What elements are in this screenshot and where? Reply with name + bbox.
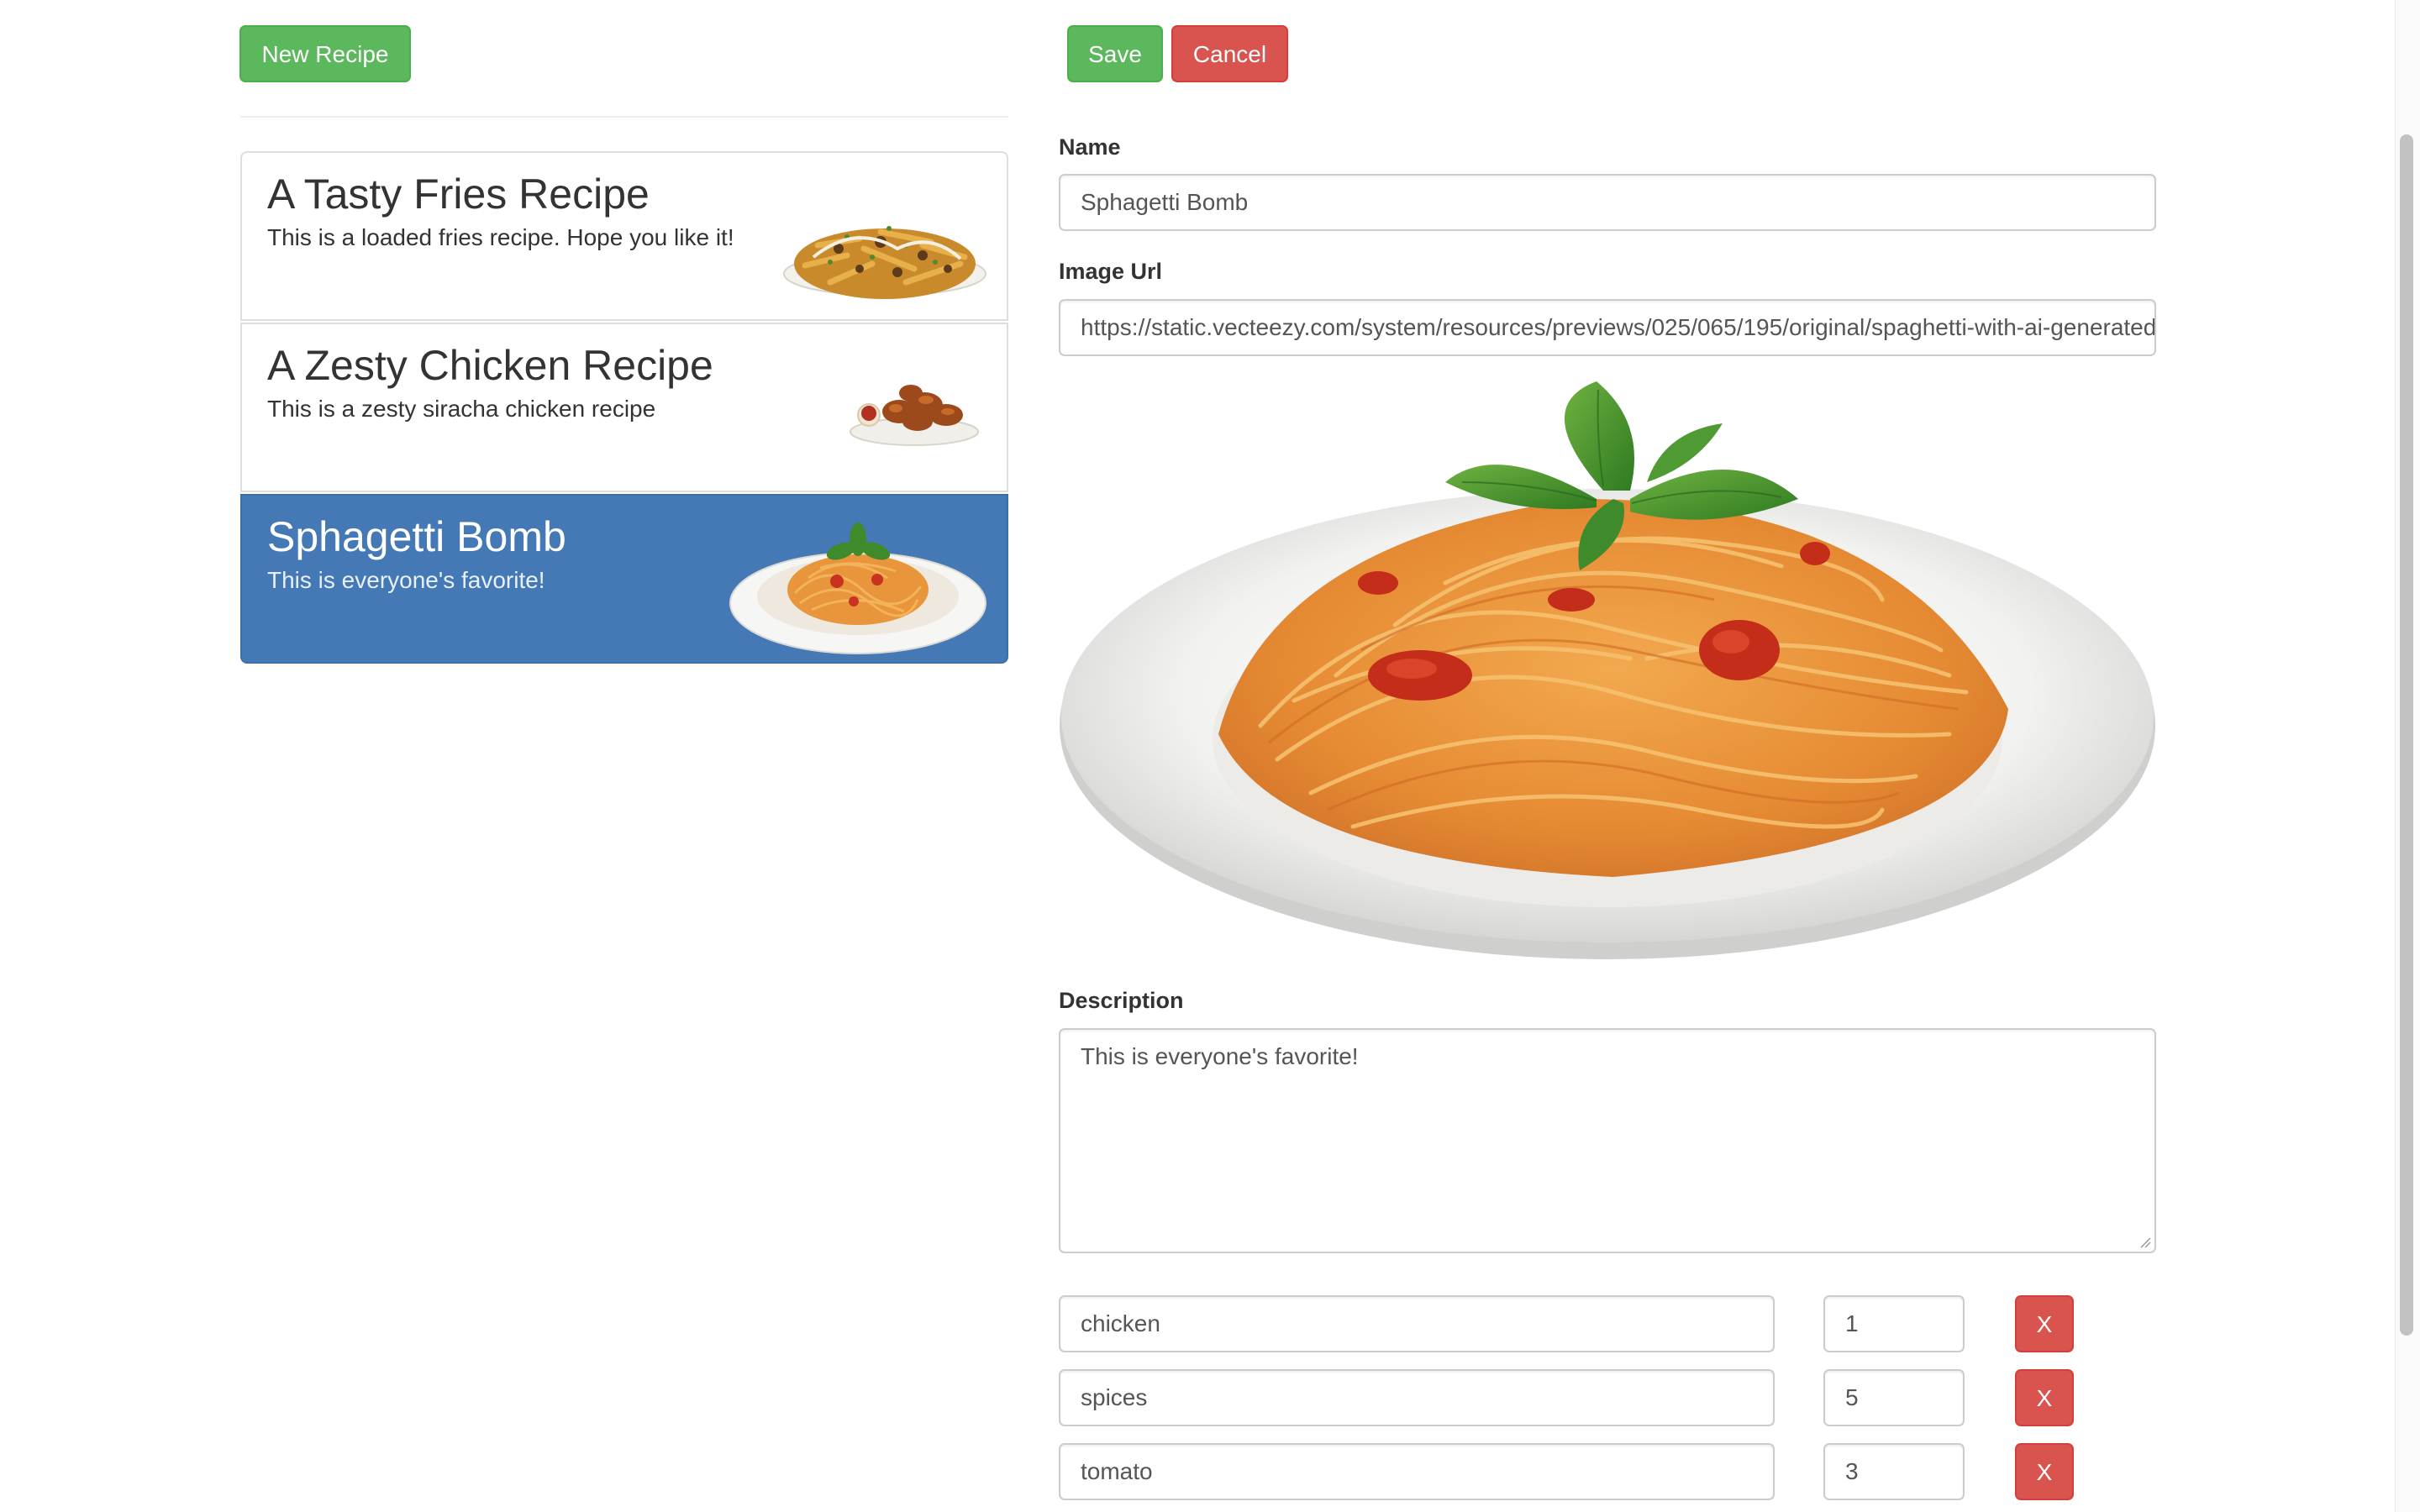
spaghetti-image [729,522,986,654]
ingredient-amount-input[interactable]: 5 [1823,1369,1965,1426]
cancel-button[interactable]: Cancel [1171,25,1288,82]
scrollbar-thumb[interactable] [2400,134,2413,1336]
ingredient-amount-input[interactable]: 1 [1823,1295,1965,1352]
new-recipe-button[interactable]: New Recipe [239,25,411,82]
divider [240,116,1008,118]
image-url-label: Image Url [1059,259,1163,284]
remove-ingredient-button[interactable]: X [2015,1295,2074,1352]
recipe-list-item-active[interactable]: Sphagetti Bomb This is everyone's favori… [240,494,1008,664]
recipe-list-item[interactable]: A Zesty Chicken Recipe This is a zesty s… [240,323,1008,492]
image-url-input[interactable]: https://static.vecteezy.com/system/resou… [1059,299,2156,356]
recipe-description: This is everyone's favorite! [267,567,545,593]
recipe-list-item[interactable]: A Tasty Fries Recipe This is a loaded fr… [240,151,1008,321]
description-label: Description [1059,988,1184,1013]
remove-ingredient-button[interactable]: X [2015,1369,2074,1426]
name-input[interactable]: Sphagetti Bomb [1059,174,2156,231]
ingredient-name-input[interactable]: chicken [1059,1295,1775,1352]
resize-grip-icon[interactable] [2138,1235,2151,1248]
name-label: Name [1059,134,1121,160]
fried-chicken-image [850,385,979,446]
description-text: This is everyone's favorite! [1081,1043,1359,1069]
remove-ingredient-button[interactable]: X [2015,1443,2074,1500]
ingredient-amount-input[interactable]: 3 [1823,1443,1965,1500]
recipe-title: Sphagetti Bomb [267,513,566,560]
ingredient-name-input[interactable]: tomato [1059,1443,1775,1500]
recipe-title: A Zesty Chicken Recipe [267,342,713,389]
save-button[interactable]: Save [1067,25,1163,82]
loaded-fries-image [783,226,986,299]
description-textarea[interactable]: This is everyone's favorite! [1059,1028,2156,1253]
spaghetti-plate-preview [1060,381,2155,959]
recipe-title: A Tasty Fries Recipe [267,171,650,218]
ingredient-name-input[interactable]: spices [1059,1369,1775,1426]
recipe-book-app: New Recipe Save Cancel A Tasty Fries Rec… [0,0,2420,1512]
recipe-description: This is a loaded fries recipe. Hope you … [267,224,734,250]
recipe-description: This is a zesty siracha chicken recipe [267,396,656,422]
